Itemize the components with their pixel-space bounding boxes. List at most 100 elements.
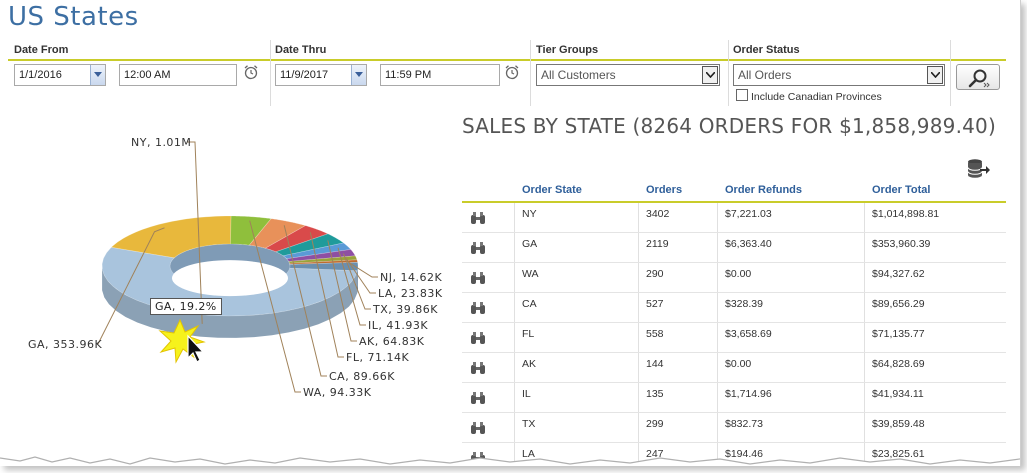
binoculars-icon[interactable] (470, 361, 486, 375)
col-orders[interactable]: Orders (646, 184, 682, 196)
cell-state: NY (522, 208, 537, 220)
tier-groups-select[interactable]: All Customers (536, 64, 720, 86)
app-window: US States Date From Date Thru Tier Group… (0, 0, 1021, 466)
filter-separator (270, 40, 271, 106)
column-separator (717, 203, 718, 232)
pie-label: CA, 89.66K (329, 370, 395, 383)
cell-state: TX (522, 418, 536, 430)
column-separator (514, 323, 515, 352)
time-from-value: 12:00 AM (124, 69, 171, 81)
binoculars-icon[interactable] (470, 331, 486, 345)
column-separator (717, 323, 718, 352)
order-status-select[interactable]: All Orders (733, 64, 945, 86)
col-order-total[interactable]: Order Total (872, 184, 930, 196)
cell-state: FL (522, 328, 535, 340)
cell-state: IL (522, 388, 531, 400)
cell-total: $353,960.39 (872, 238, 931, 250)
filter-separator (950, 40, 951, 106)
binoculars-icon[interactable] (470, 391, 486, 405)
click-burst-icon (158, 318, 206, 364)
chevron-down-icon[interactable] (702, 66, 718, 84)
column-separator (514, 383, 515, 412)
pie-label: GA, 353.96K (28, 338, 103, 351)
cell-orders: 3402 (646, 208, 670, 220)
column-separator (638, 203, 639, 232)
database-export-icon[interactable] (966, 158, 990, 180)
tier-groups-label: Tier Groups (536, 44, 599, 56)
cell-orders: 558 (646, 328, 664, 340)
column-separator (638, 353, 639, 382)
pie-hole (172, 260, 288, 297)
cell-orders: 527 (646, 298, 664, 310)
column-separator (514, 293, 515, 322)
filter-bar: Date From Date Thru Tier Groups Order St… (8, 40, 1006, 106)
column-separator (864, 263, 865, 292)
chevron-down-icon[interactable] (927, 66, 943, 84)
time-thru-input[interactable]: 11:59 PM (380, 64, 500, 86)
cell-state: WA (522, 268, 539, 280)
col-order-refunds[interactable]: Order Refunds (725, 184, 802, 196)
alarm-clock-icon[interactable] (243, 64, 259, 80)
date-thru-input[interactable]: 11/9/2017 (275, 64, 367, 86)
cell-total: $64,828.69 (872, 358, 925, 370)
tier-groups-value: All Customers (541, 68, 616, 82)
cell-total: $89,656.29 (872, 298, 925, 310)
table-row: GA 2119 $6,363.40 $353,960.39 (462, 233, 1006, 263)
search-icon (968, 69, 990, 88)
binoculars-icon[interactable] (470, 271, 486, 285)
time-thru-value: 11:59 PM (385, 69, 432, 81)
table-row: AK 144 $0.00 $64,828.69 (462, 353, 1006, 383)
table-row: FL 558 $3,658.69 $71,135.77 (462, 323, 1006, 353)
table-row: NY 3402 $7,221.03 $1,014,898.81 (462, 203, 1006, 233)
include-canadian-checkbox[interactable]: Include Canadian Provinces (736, 89, 882, 103)
cell-refunds: $7,221.03 (725, 208, 772, 220)
column-separator (514, 413, 515, 442)
time-from-input[interactable]: 12:00 AM (119, 64, 237, 86)
binoculars-icon[interactable] (470, 241, 486, 255)
cell-refunds: $328.39 (725, 298, 763, 310)
pie-label: IL, 41.93K (368, 319, 428, 332)
filter-divider (8, 59, 1006, 61)
alarm-clock-icon[interactable] (504, 64, 520, 80)
column-separator (717, 353, 718, 382)
cell-refunds: $832.73 (725, 418, 763, 430)
col-order-state[interactable]: Order State (522, 184, 582, 196)
cell-orders: 299 (646, 418, 664, 430)
cell-refunds: $6,363.40 (725, 238, 772, 250)
date-from-input[interactable]: 1/1/2016 (14, 64, 106, 86)
checkbox-box[interactable] (736, 89, 748, 101)
order-status-value: All Orders (738, 68, 792, 82)
filter-separator (530, 40, 531, 106)
cell-total: $1,014,898.81 (872, 208, 940, 220)
cell-state: AK (522, 358, 537, 370)
column-separator (717, 263, 718, 292)
column-separator (717, 233, 718, 262)
calendar-dropdown-icon[interactable] (351, 65, 366, 85)
binoculars-icon[interactable] (470, 211, 486, 225)
column-separator (864, 353, 865, 382)
cell-state: CA (522, 298, 537, 310)
column-separator (864, 203, 865, 232)
table-row: IL 135 $1,714.96 $41,934.11 (462, 383, 1006, 413)
sales-title: SALES BY STATE (8264 ORDERS FOR $1,858,9… (462, 114, 996, 138)
chart-tooltip: GA, 19.2% (150, 298, 222, 315)
column-separator (864, 383, 865, 412)
include-canadian-label: Include Canadian Provinces (751, 91, 882, 103)
search-button[interactable] (956, 64, 1000, 90)
cell-orders: 135 (646, 388, 664, 400)
cell-refunds: $0.00 (725, 358, 752, 370)
binoculars-icon[interactable] (470, 421, 486, 435)
date-from-value: 1/1/2016 (19, 69, 62, 81)
cell-state: GA (522, 238, 538, 250)
torn-edge (0, 456, 1020, 466)
calendar-dropdown-icon[interactable] (90, 65, 105, 85)
column-separator (864, 233, 865, 262)
cell-refunds: $1,714.96 (725, 388, 772, 400)
table-header: Order State Orders Order Refunds Order T… (462, 181, 1006, 203)
table-row: WA 290 $0.00 $94,327.62 (462, 263, 1006, 293)
pie-label: WA, 94.33K (303, 386, 372, 399)
column-separator (717, 383, 718, 412)
pie-label: TX, 39.86K (372, 303, 438, 316)
binoculars-icon[interactable] (470, 301, 486, 315)
cell-refunds: $0.00 (725, 268, 752, 280)
